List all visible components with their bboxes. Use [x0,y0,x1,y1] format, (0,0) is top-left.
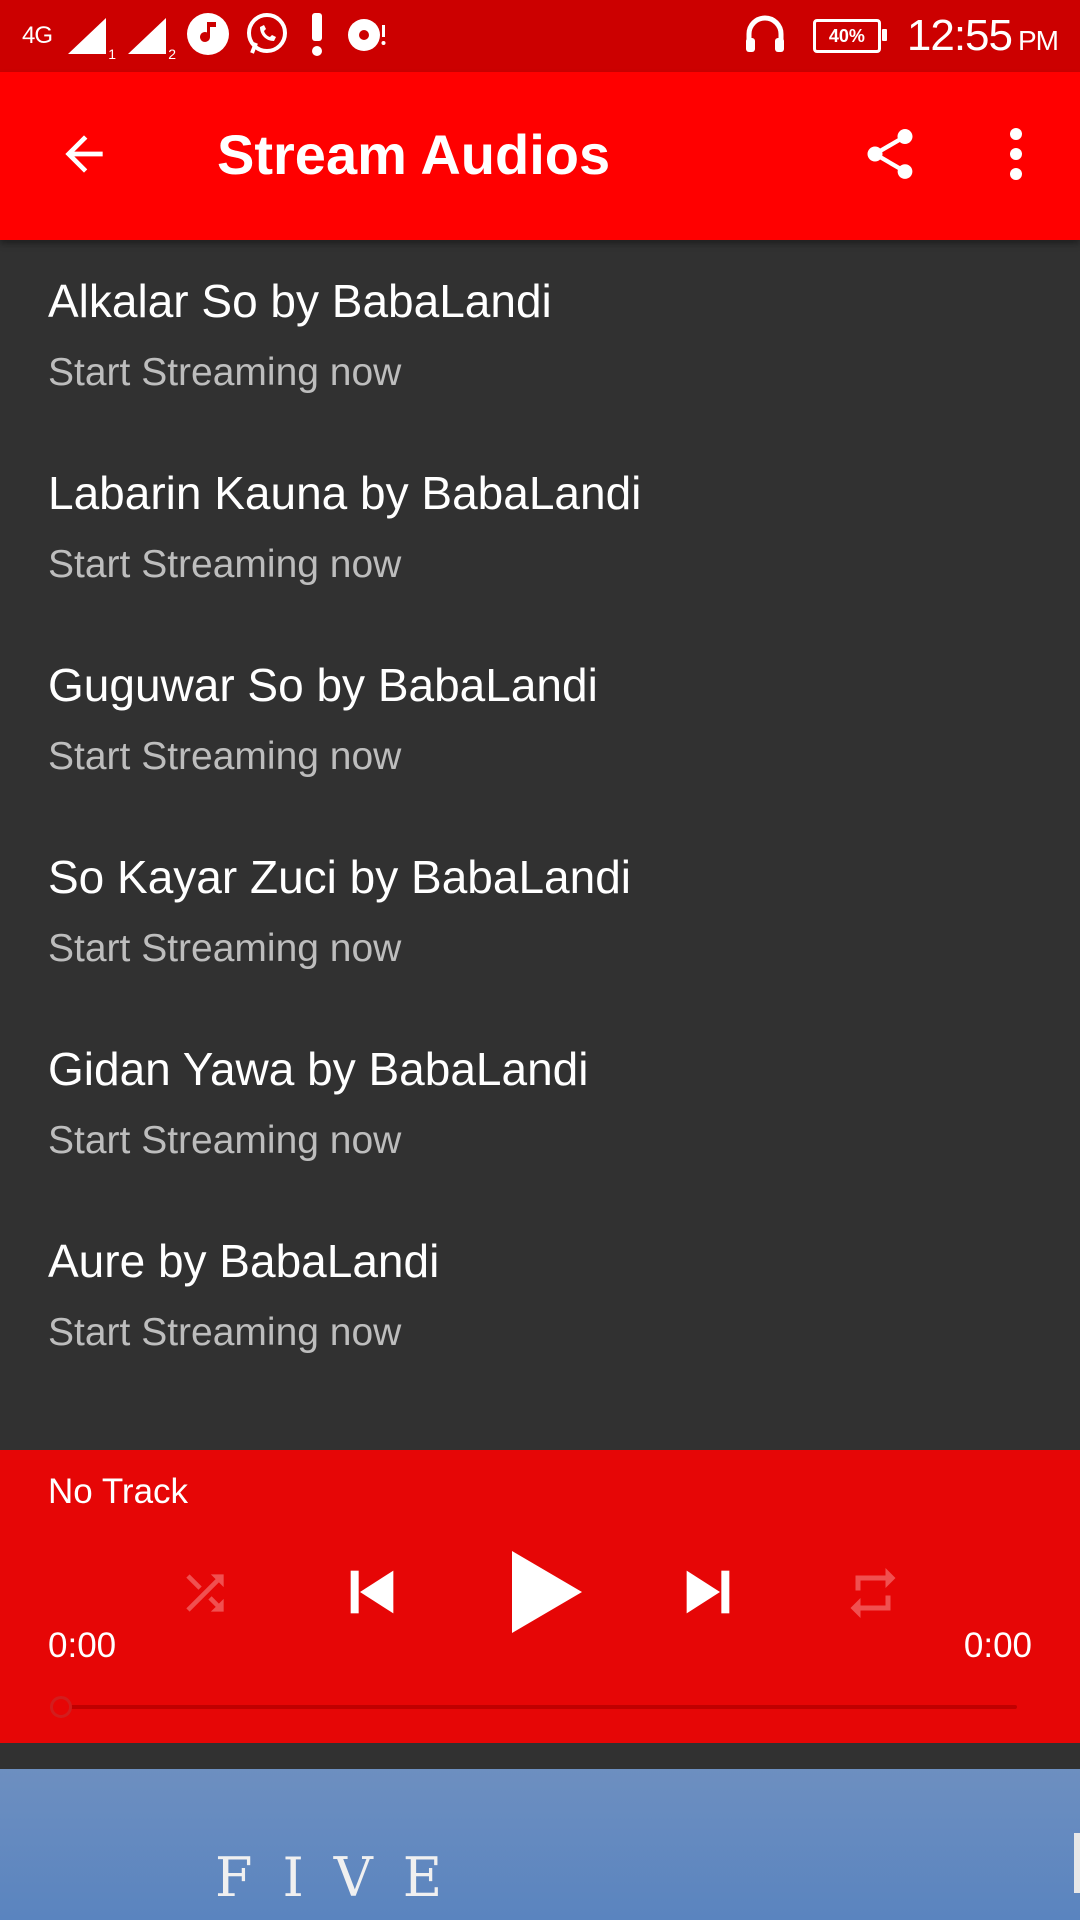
seek-bar[interactable] [62,1705,1017,1709]
battery-indicator: 40% [812,19,887,53]
ad-edge-mark [1074,1833,1080,1893]
status-icons-left: 4G 1 2 [22,8,390,64]
sync-disc-icon [344,11,390,62]
play-icon [508,1549,584,1640]
share-button[interactable] [846,112,934,200]
network-type: 4G [22,22,53,49]
share-icon [860,124,920,189]
music-note-icon [186,12,230,61]
total-duration: 0:00 [963,1626,1032,1665]
more-options-button[interactable] [972,112,1060,200]
list-item[interactable]: So Kayar Zuci by BabaLandi Start Streami… [0,816,1080,1008]
repeat-button[interactable] [840,1562,906,1628]
track-title: Gidan Yawa by BabaLandi [48,1043,589,1095]
page-title: Stream Audios [217,123,611,186]
signal-sim2-icon: 2 [126,16,176,62]
previous-button[interactable] [332,1554,412,1634]
track-subtitle: Start Streaming now [48,1311,402,1354]
skip-next-icon [676,1560,740,1629]
track-list: Alkalar So by BabaLandi Start Streaming … [0,240,1080,1392]
track-title: Aure by BabaLandi [48,1235,440,1287]
back-button[interactable] [40,112,128,200]
shuffle-button[interactable] [172,1562,238,1628]
alert-icon [304,11,330,62]
audio-player: No Track 0:00 0:00 [0,1450,1080,1743]
battery-level: 40% [828,25,865,46]
app-bar: Stream Audios [0,72,1080,240]
repeat-icon [843,1563,903,1628]
track-title: So Kayar Zuci by BabaLandi [48,851,632,903]
track-subtitle: Start Streaming now [48,1119,402,1162]
seek-thumb[interactable] [50,1696,72,1718]
list-item[interactable]: Alkalar So by BabaLandi Start Streaming … [0,240,1080,432]
arrow-back-icon [56,126,112,187]
track-subtitle: Start Streaming now [48,543,402,586]
ad-text: FIVE [215,1846,473,1909]
track-title: Labarin Kauna by BabaLandi [48,467,642,519]
now-playing-title: No Track [48,1472,189,1511]
sim1-label: 1 [108,46,117,62]
list-item[interactable]: Guguwar So by BabaLandi Start Streaming … [0,624,1080,816]
headphones-icon [743,12,787,61]
list-item[interactable]: Labarin Kauna by BabaLandi Start Streami… [0,432,1080,624]
track-title: Guguwar So by BabaLandi [48,659,598,711]
whatsapp-icon [244,11,290,62]
ad-banner[interactable]: FIVE [0,1769,1080,1920]
track-subtitle: Start Streaming now [48,927,402,970]
track-title: Alkalar So by BabaLandi [48,275,552,327]
sim2-label: 2 [168,46,177,62]
divider [0,1743,1080,1769]
next-button[interactable] [668,1554,748,1634]
track-subtitle: Start Streaming now [48,351,402,394]
list-item[interactable]: Aure by BabaLandi Start Streaming now [0,1200,1080,1392]
status-icons-right: 40% 12:55 PM [743,8,1059,64]
signal-sim1-icon: 1 [66,16,116,62]
skip-previous-icon [340,1560,404,1629]
track-subtitle: Start Streaming now [48,735,402,778]
clock: 12:55 PM [906,11,1059,61]
clock-time: 12:55 [906,11,1013,60]
list-item[interactable]: Gidan Yawa by BabaLandi Start Streaming … [0,1008,1080,1200]
elapsed-time: 0:00 [48,1626,117,1665]
shuffle-icon [177,1565,233,1626]
clock-ampm: PM [1018,25,1059,56]
status-bar: 4G 1 2 40% 12:55 PM [0,0,1080,72]
play-button[interactable] [496,1544,596,1644]
more-vert-icon [1006,126,1026,187]
